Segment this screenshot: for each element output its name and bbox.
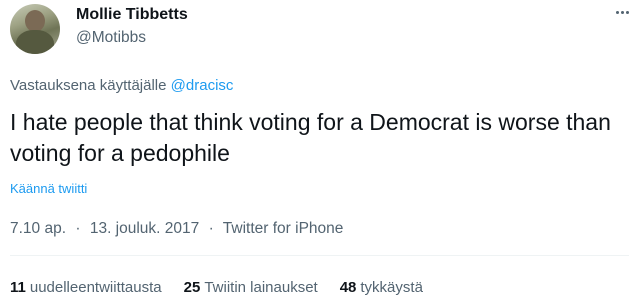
more-dot [620, 10, 624, 14]
author-display-name[interactable]: Mollie Tibbetts [76, 6, 188, 24]
likes-label: tykkäystä [360, 279, 423, 296]
tweet-source[interactable]: Twitter for iPhone [223, 220, 344, 237]
quotes-stat[interactable]: 25 Twiitin lainaukset [184, 279, 318, 296]
avatar-body-shape [16, 30, 54, 54]
reply-mention-link[interactable]: @dracisc [171, 77, 234, 94]
more-horizontal-icon[interactable] [610, 2, 634, 22]
quotes-label: Twiitin lainaukset [204, 279, 318, 296]
engagement-stats: 11 uudelleentwiittausta 25 Twiitin lainauk… [10, 279, 423, 296]
translate-tweet-link[interactable]: Käännä twiitti [10, 181, 87, 196]
likes-count: 48 [339, 279, 357, 296]
meta-separator: · [208, 220, 214, 237]
more-dot [625, 10, 629, 14]
quotes-count: 25 [183, 279, 201, 296]
likes-stat[interactable]: 48 tykkäystä [340, 279, 423, 296]
author-handle[interactable]: @Motibbs [76, 29, 146, 47]
avatar[interactable] [10, 4, 60, 54]
retweets-count: 11 [10, 279, 26, 296]
reply-context: Vastauksena käyttäjälle @dracisc [10, 77, 233, 94]
divider [10, 255, 629, 256]
avatar-head-shape [25, 10, 45, 32]
more-dot [615, 10, 619, 14]
tweet-date[interactable]: 13. jouluk. 2017 [90, 220, 199, 237]
tweet-text: I hate people that think voting for a De… [10, 109, 611, 166]
tweet-metadata: 7.10 ap. · 13. jouluk. 2017 · Twitter fo… [10, 220, 343, 238]
retweets-label: uudelleentwiittausta [29, 279, 162, 296]
retweets-stat[interactable]: 11 uudelleentwiittausta [10, 279, 162, 296]
reply-context-prefix: Vastauksena käyttäjälle [10, 77, 167, 94]
tweet-time[interactable]: 7.10 ap. [10, 220, 66, 237]
meta-separator: · [75, 220, 81, 237]
